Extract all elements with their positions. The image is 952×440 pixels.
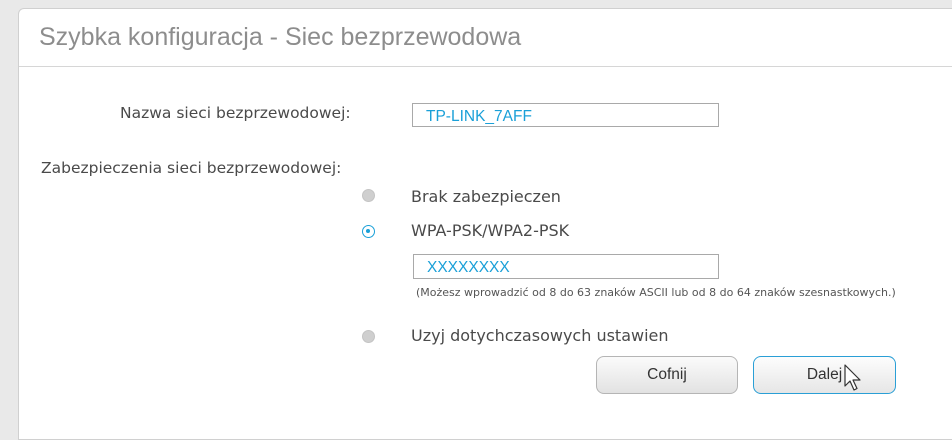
- radio-keep-settings[interactable]: [362, 330, 375, 343]
- radio-no-security[interactable]: [362, 189, 375, 202]
- option-label-keep-settings: Uzyj dotychczasowych ustawien: [411, 326, 669, 345]
- next-button[interactable]: Dalej: [753, 356, 896, 394]
- pointer-cursor-icon: [844, 364, 861, 391]
- option-label-wpa-psk: WPA-PSK/WPA2-PSK: [411, 221, 570, 240]
- panel-header: Szybka konfiguracja - Siec bezprzewodowa: [19, 9, 952, 67]
- password-input[interactable]: [413, 254, 719, 279]
- password-hint: (Możesz wprowadzić od 8 do 63 znaków ASC…: [416, 286, 896, 299]
- page-title: Szybka konfiguracja - Siec bezprzewodowa: [39, 23, 522, 51]
- ssid-input[interactable]: [412, 103, 719, 127]
- option-label-no-security: Brak zabezpieczen: [411, 187, 561, 206]
- ssid-label: Nazwa sieci bezprzewodowej:: [120, 104, 351, 122]
- security-label: Zabezpieczenia sieci bezprzewodowej:: [41, 159, 342, 177]
- back-button[interactable]: Cofnij: [596, 356, 738, 394]
- radio-wpa-psk[interactable]: [362, 225, 375, 238]
